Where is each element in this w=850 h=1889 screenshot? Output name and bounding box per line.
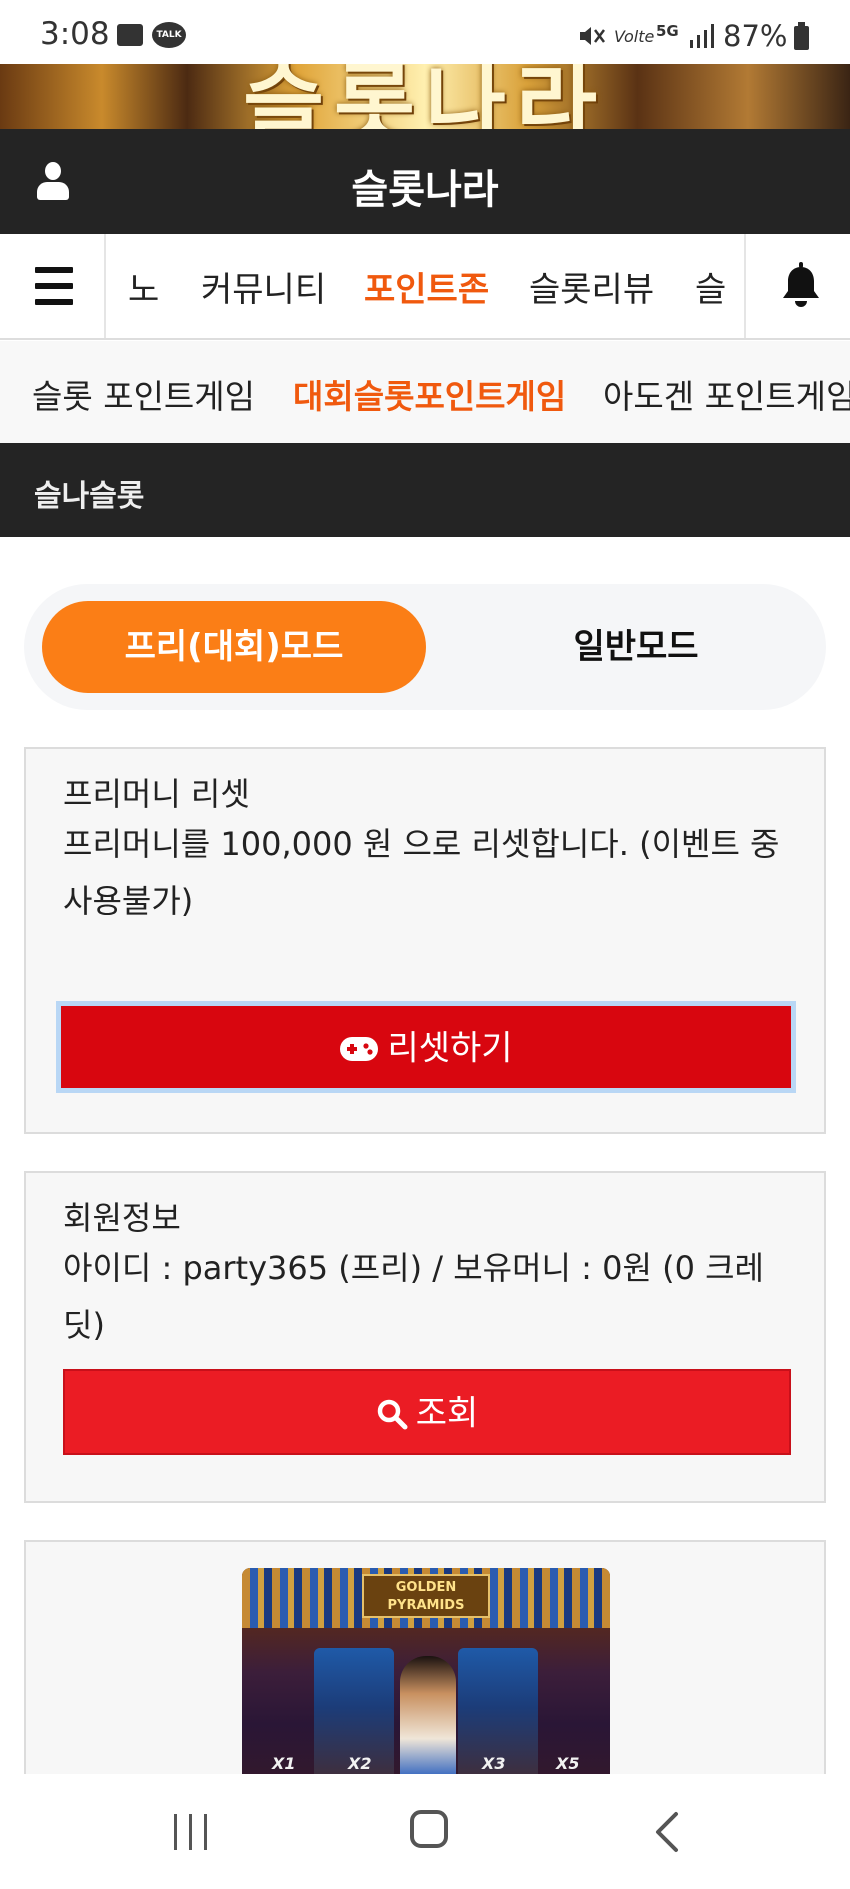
reset-card: 프리머니 리셋 프리머니를 100,000 원 으로 리셋합니다. (이벤트 중… <box>24 747 826 1134</box>
signal-icon <box>690 24 714 48</box>
member-info-text: 아이디 : party365 (프리) / 보유머니 : 0원 (0 크레딧) <box>63 1249 764 1344</box>
multiplier-label: X3 <box>482 1754 506 1773</box>
system-nav-bar <box>0 1774 850 1889</box>
network-5g-icon: 5G <box>656 22 679 40</box>
volte-icon: Volte <box>614 27 655 46</box>
site-banner[interactable]: 슬롯나라 <box>0 64 850 129</box>
game-logo: GOLDEN PYRAMIDS <box>362 1574 490 1618</box>
reset-card-title: 프리머니 리셋 <box>63 775 250 813</box>
nav-item-pointzone[interactable]: 포인트존 <box>364 262 489 311</box>
nav-item-community[interactable]: 커뮤니티 <box>201 262 326 311</box>
nav-items-scroller[interactable]: 노 커뮤니티 포인트존 슬롯리뷰 슬 <box>106 234 744 338</box>
status-time: 3:08 <box>40 16 110 52</box>
gamepad-icon <box>340 1036 379 1061</box>
multiplier-label: X1 <box>272 1754 296 1773</box>
golden-pyramids-thumbnail[interactable]: GOLDEN PYRAMIDS X1 X2 X3 X5 <box>242 1568 610 1798</box>
game-card: GOLDEN PYRAMIDS X1 X2 X3 X5 <box>24 1540 826 1800</box>
battery-icon <box>794 22 809 50</box>
section-title: 슬나슬롯 <box>34 479 145 514</box>
battery-percent: 87% <box>723 19 788 53</box>
nav-item-partial[interactable]: 노 <box>128 262 159 311</box>
reset-button[interactable]: 리셋하기 <box>56 1001 796 1093</box>
section-header: 슬나슬롯 <box>0 443 850 537</box>
main-nav: 노 커뮤니티 포인트존 슬롯리뷰 슬 <box>0 234 850 340</box>
home-icon[interactable] <box>410 1810 448 1848</box>
mute-icon <box>580 27 605 45</box>
banner-logo-text: 슬롯나라 <box>243 64 607 129</box>
gallery-notification-icon <box>117 24 143 46</box>
back-icon[interactable] <box>652 1810 682 1854</box>
subnav-item-tournament-point-game[interactable]: 대회슬롯포인트게임 <box>293 370 566 418</box>
reset-button-label: 리셋하기 <box>387 1028 513 1069</box>
nav-item-slot-review[interactable]: 슬롯리뷰 <box>529 262 654 311</box>
nav-item-next-partial[interactable]: 슬 <box>695 262 726 311</box>
bell-icon <box>783 262 819 307</box>
site-title[interactable]: 슬롯나라 <box>0 157 850 215</box>
reset-card-description: 프리머니를 100,000 원 으로 리셋합니다. (이벤트 중 사용불가) <box>63 825 780 920</box>
kakaotalk-notification-icon: TALK <box>152 22 186 48</box>
notification-button[interactable] <box>744 234 850 338</box>
free-mode-button[interactable]: 프리(대회)모드 <box>42 601 426 693</box>
member-info-title: 회원정보 <box>63 1199 181 1237</box>
recents-icon[interactable] <box>172 1814 212 1850</box>
search-icon <box>377 1399 408 1429</box>
lookup-button-label: 조회 <box>415 1393 479 1434</box>
multiplier-label: X2 <box>348 1754 372 1773</box>
normal-mode-button[interactable]: 일반모드 <box>444 601 828 693</box>
multiplier-label: X5 <box>556 1754 580 1773</box>
sub-nav: 슬롯 포인트게임 대회슬롯포인트게임 아도겐 포인트게임 <box>0 341 850 443</box>
hamburger-icon[interactable] <box>0 234 106 338</box>
status-bar: 3:08 TALK Volte 5G 87% <box>0 0 850 64</box>
lookup-button[interactable]: 조회 <box>63 1369 791 1455</box>
subnav-item-adogen-point-game[interactable]: 아도겐 포인트게임 <box>603 370 850 418</box>
mode-toggle: 프리(대회)모드 일반모드 <box>24 584 826 710</box>
site-header: 슬롯나라 <box>0 129 850 234</box>
member-info-card: 회원정보 아이디 : party365 (프리) / 보유머니 : 0원 (0 … <box>24 1171 826 1503</box>
subnav-item-slot-point-game[interactable]: 슬롯 포인트게임 <box>32 370 255 418</box>
